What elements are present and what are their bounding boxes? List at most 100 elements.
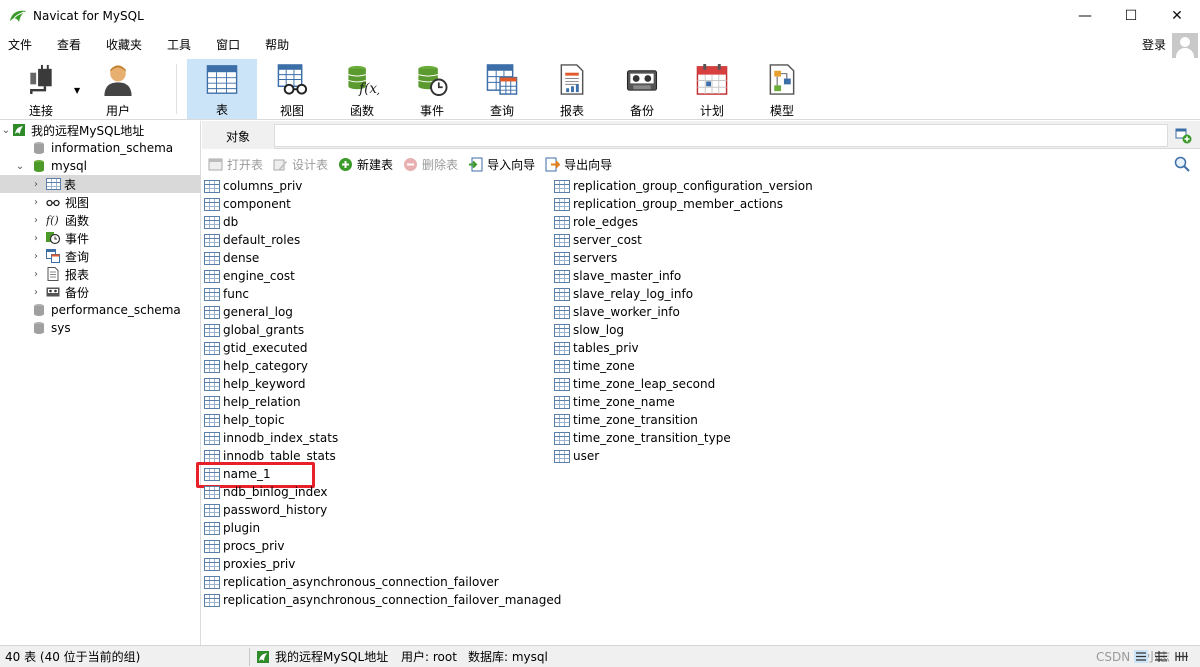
tree-node-reports[interactable]: › 报表 <box>0 265 201 283</box>
login-link[interactable]: 登录 <box>1142 36 1166 53</box>
tree-db-mysql[interactable]: ⌄ mysql <box>0 157 201 175</box>
search-icon[interactable] <box>1174 156 1190 172</box>
table-item[interactable]: dense <box>204 249 259 267</box>
open-table-button[interactable]: 打开表 <box>208 156 263 173</box>
toolbar-schedule-button[interactable]: 计划 <box>677 59 747 119</box>
close-button[interactable]: ✕ <box>1154 0 1200 31</box>
table-item[interactable]: server_cost <box>554 231 642 249</box>
table-item[interactable]: time_zone_leap_second <box>554 375 715 393</box>
toolbar-event-button[interactable]: 事件 <box>397 59 467 119</box>
account-avatar-icon[interactable] <box>1172 33 1198 59</box>
table-item[interactable]: db <box>204 213 238 231</box>
tree-node-tables[interactable]: › 表 <box>0 175 201 193</box>
table-item[interactable]: slave_relay_log_info <box>554 285 693 303</box>
table-item[interactable]: tables_priv <box>554 339 639 357</box>
table-item[interactable]: slave_worker_info <box>554 303 680 321</box>
table-item[interactable]: time_zone_transition <box>554 411 698 429</box>
table-item[interactable]: func <box>204 285 249 303</box>
menu-file[interactable]: 文件 <box>0 36 43 53</box>
expand-icon[interactable]: › <box>30 251 42 262</box>
expand-icon[interactable]: › <box>30 233 42 244</box>
new-tab-icon[interactable] <box>1174 126 1192 144</box>
expand-icon[interactable]: › <box>30 287 42 298</box>
table-item[interactable]: ndb_binlog_index <box>204 483 328 501</box>
toolbar-function-button[interactable]: f(x) 函数 <box>327 59 397 119</box>
table-item[interactable]: time_zone <box>554 357 635 375</box>
menu-tools[interactable]: 工具 <box>159 36 202 53</box>
table-icon <box>554 395 570 409</box>
grid-view-icon[interactable] <box>1175 650 1189 663</box>
table-item-label: replication_asynchronous_connection_fail… <box>223 593 562 607</box>
table-item[interactable]: replication_group_configuration_version <box>554 177 813 195</box>
table-item[interactable]: role_edges <box>554 213 638 231</box>
menu-favorites[interactable]: 收藏夹 <box>98 36 153 53</box>
expand-icon[interactable]: › <box>30 179 42 190</box>
expand-icon[interactable]: › <box>30 269 42 280</box>
toolbar-report-button[interactable]: 报表 <box>537 59 607 119</box>
toolbar-model-label: 模型 <box>769 104 794 118</box>
import-wizard-button[interactable]: 导入向导 <box>468 156 535 173</box>
maximize-button[interactable]: ☐ <box>1108 0 1154 31</box>
tree-node-functions[interactable]: › f() 函数 <box>0 211 201 229</box>
table-item[interactable]: proxies_priv <box>204 555 295 573</box>
toolbar-user-button[interactable]: 用户 <box>83 59 153 119</box>
design-table-button[interactable]: 设计表 <box>273 156 328 173</box>
tree-node-label: 事件 <box>65 231 90 246</box>
tab-objects[interactable]: 对象 <box>202 123 274 149</box>
table-item[interactable]: help_category <box>204 357 308 375</box>
menu-window[interactable]: 窗口 <box>208 36 251 53</box>
table-item[interactable]: general_log <box>204 303 293 321</box>
tree-node-views[interactable]: › 视图 <box>0 193 201 211</box>
tree-node-events[interactable]: › 事件 <box>0 229 201 247</box>
tree-db-sys[interactable]: sys <box>0 319 201 337</box>
toolbar-table-button[interactable]: 表 <box>187 59 257 119</box>
toolbar-view-button[interactable]: 视图 <box>257 59 327 119</box>
table-item[interactable]: procs_priv <box>204 537 284 555</box>
menu-help[interactable]: 帮助 <box>257 36 300 53</box>
tree-db-information-schema[interactable]: information_schema <box>0 139 201 157</box>
table-item[interactable]: gtid_executed <box>204 339 307 357</box>
tree-db-label: performance_schema <box>51 303 181 317</box>
minimize-button[interactable]: — <box>1062 0 1108 31</box>
detail-view-icon[interactable] <box>1154 650 1168 663</box>
table-item[interactable]: innodb_index_stats <box>204 429 338 447</box>
table-item[interactable]: replication_asynchronous_connection_fail… <box>204 591 561 609</box>
table-item[interactable]: columns_priv <box>204 177 302 195</box>
table-item[interactable]: user <box>554 447 599 465</box>
table-item[interactable]: name_1 <box>196 462 315 488</box>
delete-table-button[interactable]: 删除表 <box>403 156 458 173</box>
menu-view[interactable]: 查看 <box>49 36 92 53</box>
table-item[interactable]: component <box>204 195 291 213</box>
list-view-icon[interactable] <box>1134 650 1148 663</box>
table-item[interactable]: help_topic <box>204 411 285 429</box>
toolbar-backup-button[interactable]: 备份 <box>607 59 677 119</box>
tree-db-performance-schema[interactable]: performance_schema <box>0 301 201 319</box>
connect-dropdown-arrow-icon[interactable]: ▼ <box>74 86 80 95</box>
collapse-icon[interactable]: ⌄ <box>0 125 12 136</box>
new-table-button[interactable]: 新建表 <box>338 156 393 173</box>
tree-node-backups[interactable]: › 备份 <box>0 283 201 301</box>
collapse-icon[interactable]: ⌄ <box>14 161 26 172</box>
table-item[interactable]: global_grants <box>204 321 304 339</box>
toolbar-model-button[interactable]: 模型 <box>747 59 817 119</box>
table-item[interactable]: help_keyword <box>204 375 305 393</box>
table-item[interactable]: time_zone_name <box>554 393 675 411</box>
tree-connection[interactable]: ⌄ 我的远程MySQL地址 <box>0 121 201 139</box>
table-item[interactable]: replication_group_member_actions <box>554 195 783 213</box>
toolbar-query-button[interactable]: 查询 <box>467 59 537 119</box>
export-wizard-button[interactable]: 导出向导 <box>545 156 612 173</box>
table-item[interactable]: plugin <box>204 519 260 537</box>
toolbar-connect-button[interactable]: 连接 <box>6 59 76 119</box>
table-item[interactable]: engine_cost <box>204 267 295 285</box>
table-item[interactable]: default_roles <box>204 231 300 249</box>
expand-icon[interactable]: › <box>30 215 42 226</box>
table-item[interactable]: time_zone_transition_type <box>554 429 731 447</box>
table-item[interactable]: help_relation <box>204 393 301 411</box>
table-item[interactable]: replication_asynchronous_connection_fail… <box>204 573 499 591</box>
tree-node-queries[interactable]: › 查询 <box>0 247 201 265</box>
expand-icon[interactable]: › <box>30 197 42 208</box>
table-item[interactable]: password_history <box>204 501 327 519</box>
table-item[interactable]: slow_log <box>554 321 624 339</box>
table-item[interactable]: servers <box>554 249 617 267</box>
table-item[interactable]: slave_master_info <box>554 267 681 285</box>
